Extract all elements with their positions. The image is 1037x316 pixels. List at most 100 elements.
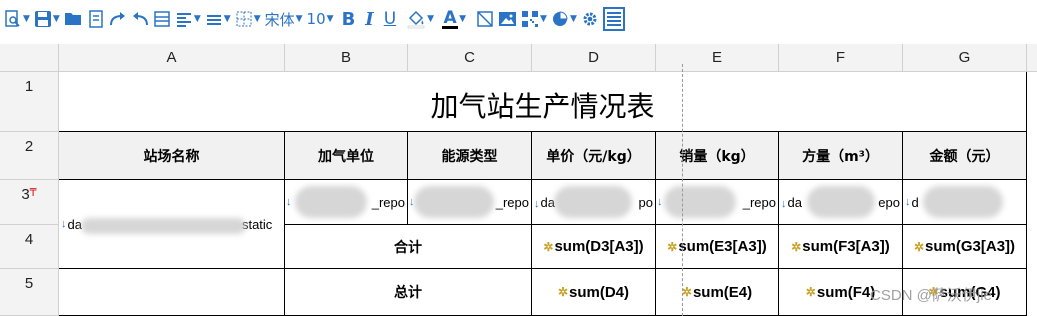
column-header-b[interactable]: B (285, 44, 408, 72)
subtotal-label-cell[interactable]: 合计 (285, 225, 532, 269)
header-sales-volume[interactable]: 销量（kg） (656, 132, 779, 180)
cell-b3[interactable]: ↓ _repo (285, 180, 408, 225)
cell-a3-suffix: static (241, 216, 273, 232)
font-color-icon: A (443, 7, 457, 28)
header-fuel-unit[interactable]: 加气单位 (285, 132, 408, 180)
column-header-d[interactable]: D (532, 44, 656, 72)
redaction-blur (664, 186, 736, 218)
save-button[interactable]: ▼ (34, 5, 60, 33)
spreadsheet-grid[interactable]: A B C D E F G 1 2 3 ₸ 4 5 加气站生产情况表 站场名称 加… (0, 44, 1037, 316)
header-unit-price[interactable]: 单价（元/kg） (532, 132, 656, 180)
header-energy-type[interactable]: 能源类型 (408, 132, 532, 180)
chevron-down-icon: ▼ (459, 14, 467, 24)
watermark: CSDN @萨沃伊jie (870, 287, 992, 304)
cell-d4-formula[interactable]: ✲ sum(D3[A3]) (532, 225, 656, 269)
column-header-c[interactable]: C (408, 44, 532, 72)
formula-icon: ✲ (543, 239, 554, 254)
corner-cell[interactable] (0, 44, 59, 72)
chevron-down-icon: ▼ (23, 14, 30, 24)
cell-e3[interactable]: ↓ _repo (656, 180, 779, 225)
preview-button[interactable]: ▼ (4, 5, 30, 33)
font-color-button[interactable]: A ▼ (442, 5, 466, 33)
cell-c3[interactable]: ↓ _repo (408, 180, 532, 225)
column-header-f[interactable]: F (779, 44, 903, 72)
fill-color-button[interactable]: ▼ (406, 5, 434, 33)
cell-d3-suffix: po (638, 194, 653, 210)
font-family-select[interactable]: 宋体 ▼ (265, 5, 303, 33)
column-header-g[interactable]: G (903, 44, 1027, 72)
chevron-down-icon: ▼ (193, 14, 201, 24)
row-header-3[interactable]: 3 ₸ (0, 180, 59, 225)
cell-f5-text: sum(F4) (816, 283, 876, 301)
redo-button[interactable] (109, 5, 127, 33)
italic-button[interactable]: I (365, 5, 373, 33)
row-header-5[interactable]: 5 (0, 269, 59, 316)
report-list-button[interactable] (602, 5, 625, 33)
header-station-name[interactable]: 站场名称 (59, 132, 285, 180)
cell-f3-suffix: epo (878, 194, 900, 210)
cell-g4-formula[interactable]: ✲ sum(G3[A3]) (903, 225, 1027, 269)
cell-a5[interactable] (59, 269, 285, 316)
row-header-1[interactable]: 1 (0, 72, 59, 132)
report-title-cell[interactable]: 加气站生产情况表 (59, 72, 1027, 132)
cell-g3[interactable]: ↓ d (903, 180, 1027, 225)
row-header-4[interactable]: 4 (0, 225, 59, 269)
column-header-e[interactable]: E (656, 44, 779, 72)
undo-button[interactable] (131, 5, 149, 33)
insert-image-button[interactable] (498, 5, 517, 33)
redaction-blur (807, 186, 875, 218)
header-cubic-volume[interactable]: 方量（m³） (779, 132, 903, 180)
cell-e3-text: _repo (742, 194, 776, 210)
italic-icon: I (365, 8, 374, 30)
cell-a3-prefix: da (67, 216, 82, 232)
cell-f4-formula[interactable]: ✲ sum(F3[A3]) (779, 225, 903, 269)
font-size-select[interactable]: 10 ▼ (307, 5, 334, 33)
font-family-value: 宋体 (264, 10, 295, 29)
expand-down-icon: ↓ (905, 196, 911, 208)
redaction-blur (554, 186, 632, 218)
align-button[interactable]: ▼ (175, 5, 201, 33)
cell-e4-formula[interactable]: ✲ sum(E3[A3]) (656, 225, 779, 269)
page-break-line (682, 64, 683, 316)
redaction-blur (414, 186, 494, 218)
cell-g4-text: sum(G3[A3]) (925, 238, 1016, 255)
import-button[interactable] (87, 5, 105, 33)
toolbar: ▼ ▼ ▼ ▼ ▼ 宋体 ▼ 10 ▼ B I U ▼ A ▼ ▼ ▼ (0, 0, 1037, 38)
row-header-2[interactable]: 2 (0, 132, 59, 180)
cell-f3[interactable]: ↓da epo (779, 180, 903, 225)
header-amount[interactable]: 金额（元） (903, 132, 1027, 180)
qrcode-button[interactable]: ▼ (521, 5, 547, 33)
bold-button[interactable]: B (342, 5, 356, 33)
chart-button[interactable]: ▼ (551, 5, 577, 33)
cell-b3-text: _repo (371, 194, 405, 210)
formula-icon: ✲ (913, 239, 925, 254)
cell-d3-prefix: da (540, 194, 555, 210)
open-button[interactable] (64, 5, 83, 33)
pin-marker-icon: ₸ (29, 187, 37, 199)
cell-e4-text: sum(E3[A3]) (678, 238, 767, 255)
font-color-swatch (442, 25, 459, 29)
merge-cells-button[interactable] (153, 5, 171, 33)
bold-icon: B (341, 8, 356, 30)
column-header-filler (1027, 44, 1037, 72)
border-button[interactable]: ▼ (235, 5, 261, 33)
total-label-cell[interactable]: 总计 (285, 269, 532, 316)
column-header-a[interactable]: A (59, 44, 285, 72)
preview-icon (5, 10, 20, 27)
chevron-down-icon: ▼ (295, 14, 303, 24)
cell-d3[interactable]: ↓da po (532, 180, 656, 225)
cell-d5-formula[interactable]: ✲ sum(D4) (532, 269, 656, 316)
underline-button[interactable]: U (384, 5, 396, 33)
slash-cell-button[interactable] (476, 5, 494, 33)
cell-d5-text: sum(D4) (569, 283, 630, 301)
valign-button[interactable]: ▼ (205, 5, 231, 33)
cell-e5-formula[interactable]: ✲ sum(E4) (656, 269, 779, 316)
chevron-down-icon: ▼ (253, 14, 261, 24)
expand-down-icon: ↓ (781, 197, 787, 210)
settings-button[interactable] (581, 5, 599, 33)
cell-a3-station[interactable]: ↓ da static (59, 180, 285, 269)
expand-down-icon: ↓ (61, 218, 67, 230)
pie-chart-icon (552, 11, 568, 26)
border-icon (236, 11, 252, 27)
merge-icon (154, 11, 170, 27)
